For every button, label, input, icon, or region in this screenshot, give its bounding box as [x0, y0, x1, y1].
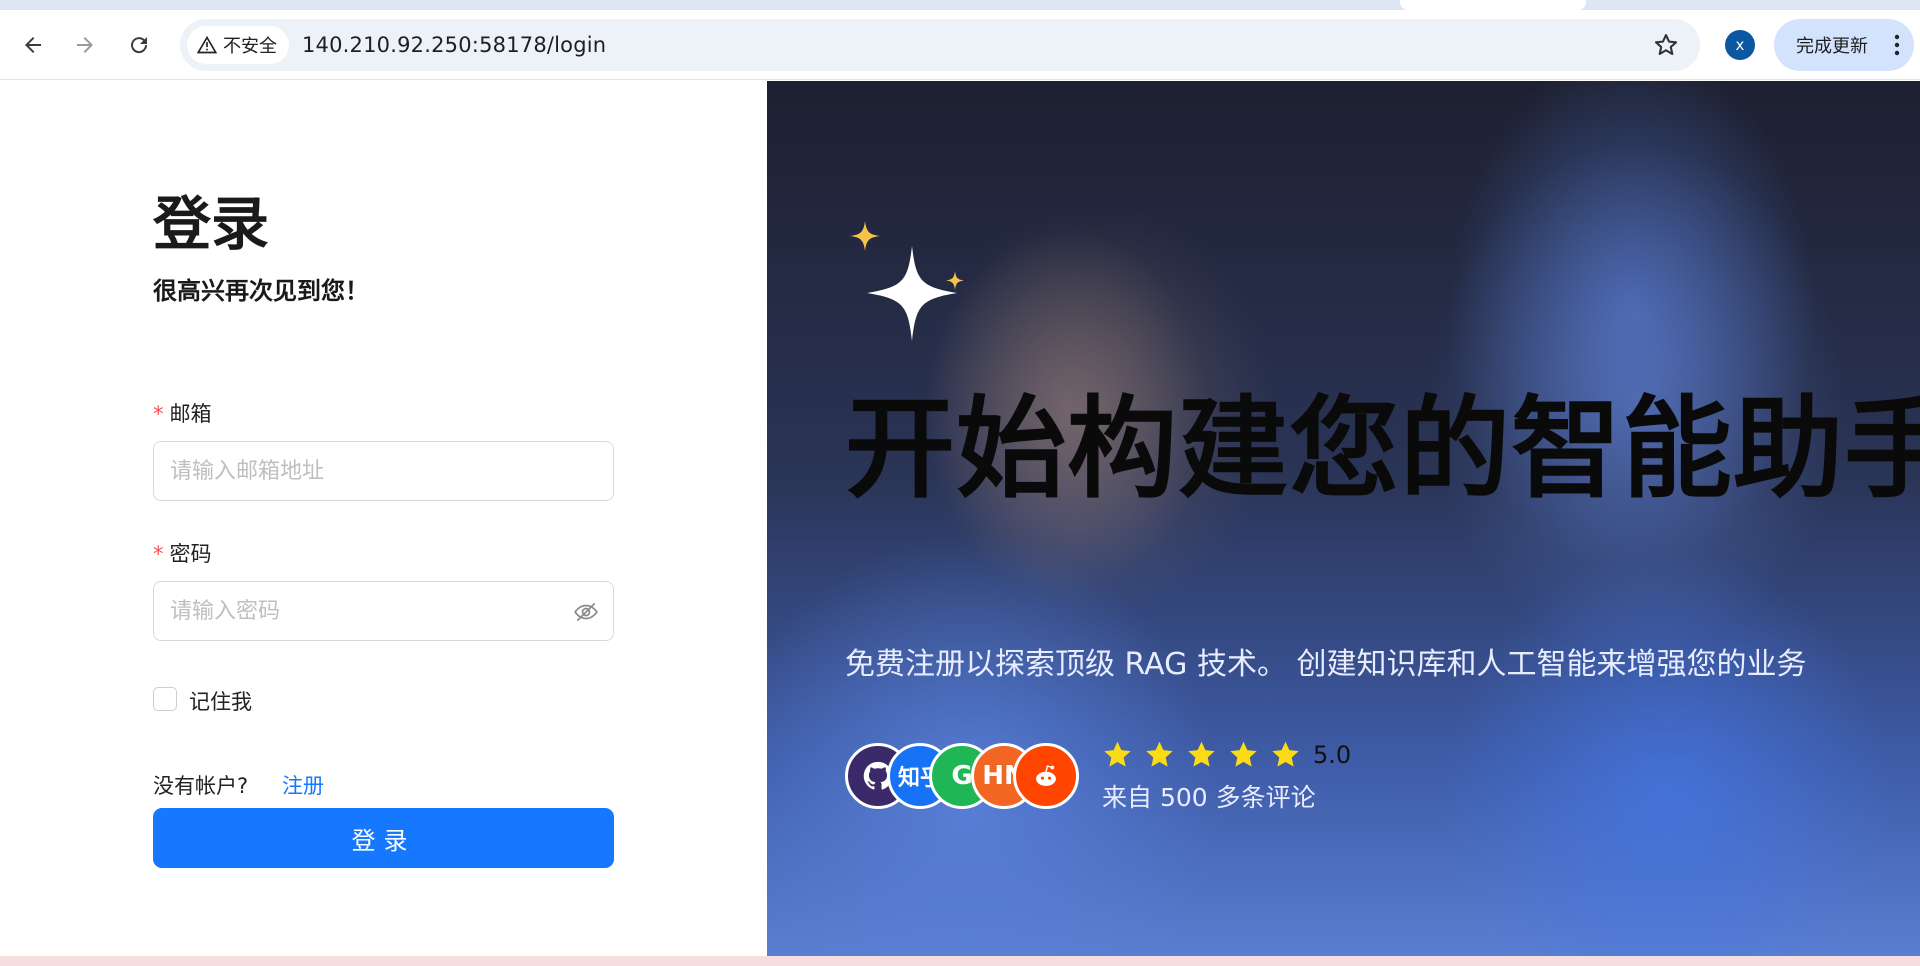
login-subtitle: 很高兴再次见到您！: [153, 277, 369, 305]
no-account-text: 没有帐户?: [153, 774, 249, 798]
star-icon: [1230, 741, 1257, 767]
star-icon: [1146, 741, 1173, 767]
more-vert-icon: [1894, 34, 1900, 56]
remember-me-label[interactable]: 记住我: [189, 686, 252, 716]
required-mark: *: [153, 542, 164, 566]
hero-headline: 开始构建您的智能助手: [845, 385, 1920, 513]
back-button[interactable]: [14, 26, 52, 64]
password-input[interactable]: [170, 582, 550, 640]
url-text[interactable]: 140.210.92.250:58178/login: [302, 33, 606, 57]
star-icon: [1188, 741, 1215, 767]
update-button[interactable]: 完成更新: [1774, 19, 1914, 71]
star-icon: [1272, 741, 1299, 767]
eye-off-icon[interactable]: [573, 599, 599, 625]
profile-avatar[interactable]: x: [1725, 30, 1755, 60]
rating-value: 5.0: [1313, 741, 1352, 769]
security-label: 不安全: [223, 36, 277, 57]
rating-stars: [1102, 739, 1301, 770]
arrow-left-icon: [25, 37, 41, 53]
required-mark: *: [153, 402, 164, 426]
review-source-logos: 知乎 G HN: [845, 743, 1085, 809]
star-icon: [1104, 741, 1131, 767]
email-input[interactable]: [170, 442, 550, 500]
login-title: 登录: [153, 190, 270, 258]
hero-panel: 开始构建您的智能助手 免费注册以探索顶级 RAG 技术。 创建知识库和人工智能来…: [767, 81, 1920, 956]
login-panel: 登录 很高兴再次见到您！ *邮箱 *密码 记住我 没有帐户? 注册 登录: [0, 81, 767, 956]
reload-icon: [131, 37, 148, 54]
reddit-logo-icon: [1013, 743, 1079, 809]
password-label: * 密码: [153, 542, 212, 566]
arrow-right-icon: [77, 37, 93, 53]
browser-toolbar: 不安全 140.210.92.250:58178/login x 完成更新: [0, 10, 1920, 80]
tab-strip: [0, 0, 1920, 10]
register-link[interactable]: 注册: [282, 770, 324, 800]
forward-button[interactable]: [66, 26, 104, 64]
update-button-label: 完成更新: [1796, 36, 1868, 57]
bookmark-star-icon[interactable]: [1652, 31, 1680, 59]
sparkle-icon: [850, 221, 964, 341]
hero-tagline: 免费注册以探索顶级 RAG 技术。 创建知识库和人工智能来增强您的业务: [845, 647, 1807, 682]
bottom-edge: [0, 956, 1920, 966]
review-count: 来自 500 多条评论: [1102, 783, 1316, 812]
email-field[interactable]: [153, 441, 614, 501]
address-bar[interactable]: 不安全 140.210.92.250:58178/login: [180, 19, 1700, 71]
page-content: 登录 很高兴再次见到您！ *邮箱 *密码 记住我 没有帐户? 注册 登录 开始构…: [0, 81, 1920, 956]
password-field[interactable]: [153, 581, 614, 641]
email-label: * 邮箱: [153, 402, 212, 426]
security-indicator[interactable]: 不安全: [187, 26, 289, 64]
warning-icon: [197, 35, 217, 54]
active-tab[interactable]: [1400, 0, 1586, 10]
login-button[interactable]: 登录: [153, 808, 614, 868]
remember-me-checkbox[interactable]: [153, 687, 177, 711]
reload-button[interactable]: [120, 26, 158, 64]
